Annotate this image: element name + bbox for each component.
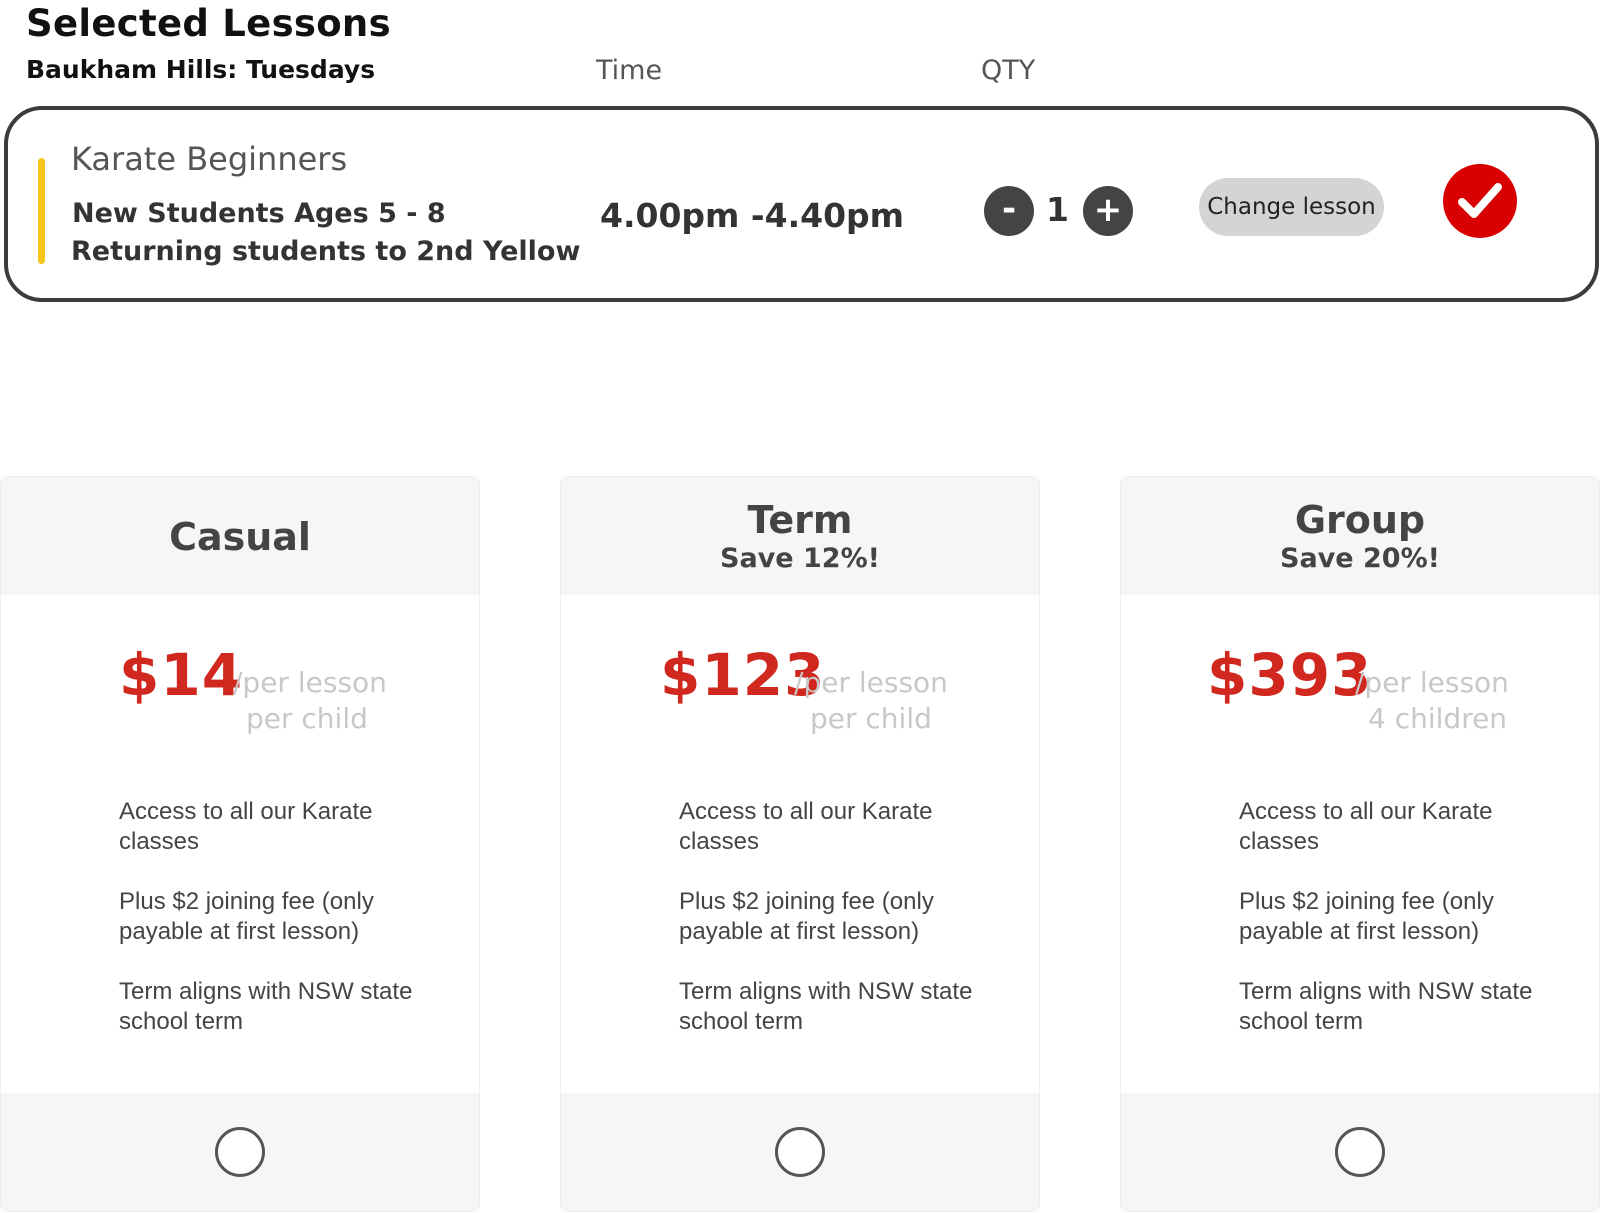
qty-column-header: QTY — [981, 55, 1036, 86]
plan-feature: Plus $2 joining fee (only payable at fir… — [1239, 888, 1494, 945]
plan-price-unit-detail: per child — [810, 702, 932, 735]
plan-feature: Plus $2 joining fee (only payable at fir… — [119, 888, 374, 945]
page-title: Selected Lessons — [26, 2, 391, 45]
plan-name: Casual — [169, 515, 311, 559]
plan-features: Access to all our Karate classes Plus $2… — [119, 797, 419, 1067]
plan-select-radio-term[interactable] — [775, 1127, 825, 1177]
plan-select-radio-group[interactable] — [1335, 1127, 1385, 1177]
plan-features: Access to all our Karate classes Plus $2… — [679, 797, 979, 1067]
lesson-accent-bar — [38, 158, 45, 264]
plan-header: Term Save 12%! — [561, 477, 1039, 595]
check-icon — [1458, 183, 1502, 218]
plan-price: $393 — [1207, 641, 1373, 709]
lesson-description-line2: Returning students to 2nd Yellow — [71, 236, 581, 267]
plan-header: Group Save 20%! — [1121, 477, 1599, 595]
plan-feature: Access to all our Karate classes — [679, 798, 933, 855]
selected-check-badge[interactable] — [1443, 164, 1517, 238]
location-label: Baukham Hills: Tuesdays — [26, 55, 376, 84]
plan-price-unit-detail: 4 children — [1368, 702, 1508, 735]
time-column-header: Time — [596, 55, 663, 86]
qty-value: 1 — [1046, 190, 1069, 229]
plan-price: $14 — [119, 641, 244, 709]
plan-feature: Term aligns with NSW state school term — [679, 978, 973, 1035]
plan-header: Casual — [1, 477, 479, 595]
plan-footer — [561, 1093, 1039, 1211]
qty-decrease-button[interactable]: - — [984, 186, 1034, 236]
plan-price-unit: /per lesson — [233, 666, 387, 699]
plan-price-unit: /per lesson — [794, 666, 948, 699]
plan-card-term: Term Save 12%! $123 /per lesson per chil… — [560, 476, 1040, 1212]
plan-card-group: Group Save 20%! $393 /per lesson 4 child… — [1120, 476, 1600, 1212]
plan-card-casual: Casual $14 /per lesson per child Access … — [0, 476, 480, 1212]
plan-features: Access to all our Karate classes Plus $2… — [1239, 797, 1539, 1067]
plan-select-radio-casual[interactable] — [215, 1127, 265, 1177]
plus-icon: + — [1093, 189, 1123, 230]
plan-footer — [1121, 1093, 1599, 1211]
plan-feature: Access to all our Karate classes — [119, 798, 373, 855]
change-lesson-button[interactable]: Change lesson — [1199, 178, 1384, 236]
lesson-description-line1: New Students Ages 5 - 8 — [72, 198, 446, 229]
plan-savings: Save 20%! — [1280, 543, 1440, 574]
plan-name: Group — [1294, 498, 1426, 542]
plan-price-unit: /per lesson — [1355, 666, 1509, 699]
lesson-card: Karate Beginners New Students Ages 5 - 8… — [4, 106, 1599, 302]
plan-savings: Save 12%! — [720, 543, 880, 574]
lesson-name: Karate Beginners — [71, 140, 348, 178]
plan-feature: Term aligns with NSW state school term — [1239, 978, 1533, 1035]
plan-footer — [1, 1093, 479, 1211]
lesson-time: 4.00pm -4.40pm — [600, 196, 905, 235]
qty-increase-button[interactable]: + — [1083, 186, 1133, 236]
plan-feature: Plus $2 joining fee (only payable at fir… — [679, 888, 934, 945]
minus-icon: - — [1001, 189, 1017, 229]
plan-feature: Access to all our Karate classes — [1239, 798, 1493, 855]
plan-price-unit-detail: per child — [246, 702, 368, 735]
plan-name: Term — [747, 498, 853, 542]
plan-feature: Term aligns with NSW state school term — [119, 978, 413, 1035]
